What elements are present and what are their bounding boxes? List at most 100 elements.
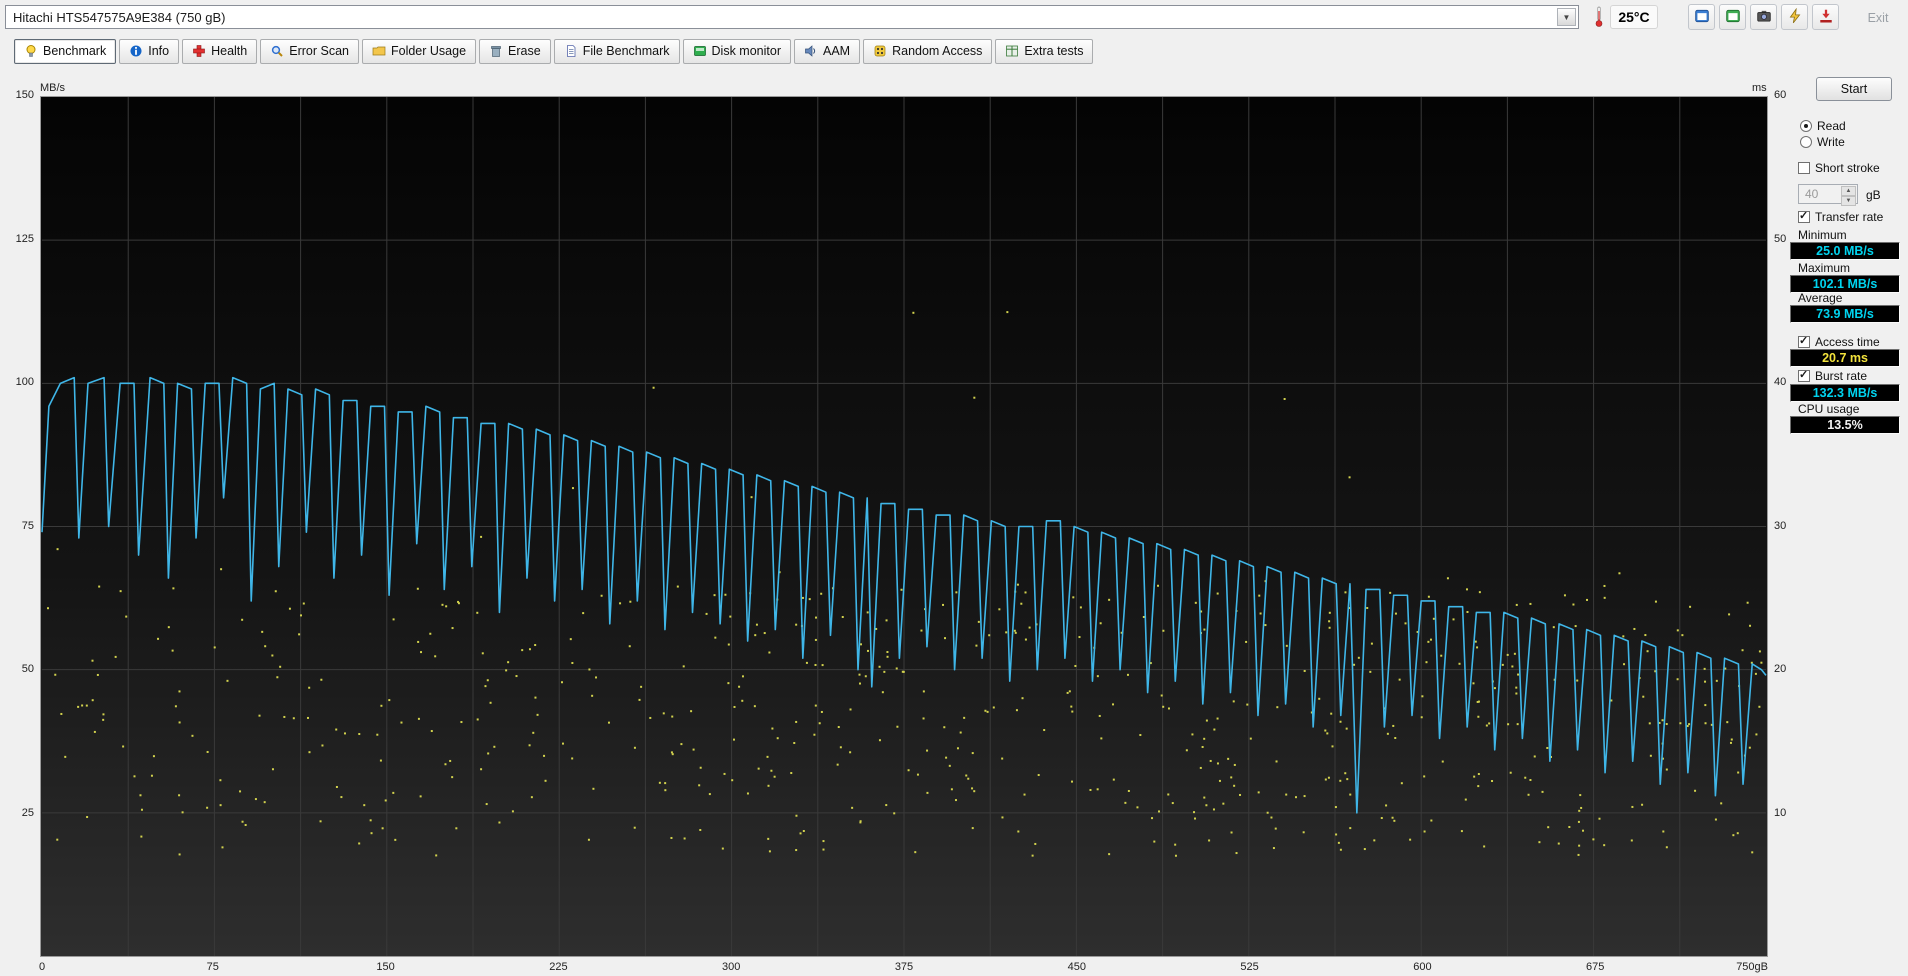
x-axis-tick: 0	[39, 961, 46, 973]
tab-erase[interactable]: Erase	[479, 38, 551, 64]
write-radio[interactable]	[1800, 136, 1812, 148]
x-axis-max-tick: 750gB	[1736, 961, 1768, 973]
x-axis-tick: 675	[1586, 961, 1605, 973]
benchmark-icon	[24, 44, 38, 58]
camera-button[interactable]	[1750, 4, 1777, 30]
minimum-value: 25.0 MB/s	[1790, 242, 1900, 260]
tab-random-access[interactable]: Random Access	[863, 38, 993, 64]
maximum-label: Maximum	[1798, 261, 1851, 275]
extra-tests-icon	[1005, 44, 1019, 58]
y-axis-tick-left: 50	[21, 663, 34, 675]
tab-file-benchmark-label: File Benchmark	[582, 44, 670, 58]
read-radio[interactable]	[1800, 120, 1812, 132]
x-axis-tick: 225	[549, 961, 568, 973]
burst-rate-value: 132.3 MB/s	[1790, 384, 1900, 402]
average-label: Average	[1798, 291, 1843, 305]
benchmark-plot	[40, 96, 1768, 957]
y-axis-tick-left: 75	[21, 519, 34, 532]
tab-error-scan[interactable]: Error Scan	[260, 38, 359, 64]
info-icon	[129, 44, 143, 58]
download-icon	[1818, 8, 1834, 27]
y-axis-tick-left: 150	[15, 89, 34, 101]
transfer-rate-option[interactable]: Transfer rate	[1798, 209, 1884, 224]
tab-disk-monitor[interactable]: Disk monitor	[682, 38, 791, 64]
access-time-option[interactable]: Access time	[1798, 334, 1880, 349]
benchmark-chart	[41, 97, 1767, 956]
connect-icon	[1787, 7, 1803, 27]
tab-disk-monitor-label: Disk monitor	[711, 44, 781, 58]
spinner-buttons: ▲ ▼	[1841, 186, 1856, 206]
y-axis-tick-right: 60	[1774, 89, 1787, 101]
chevron-down-icon[interactable]: ▼	[1557, 8, 1576, 26]
capacity-spinner[interactable]: 40 ▲ ▼	[1798, 184, 1858, 206]
window-copy-icon	[1694, 8, 1710, 27]
short-stroke-label: Short stroke	[1815, 161, 1880, 175]
transfer-rate-checkbox[interactable]	[1798, 209, 1810, 223]
spinner-up-icon[interactable]: ▲	[1841, 186, 1856, 196]
capacity-value: 40	[1805, 187, 1819, 201]
hd-tune-window: Hitachi HTS547575A9E384 (750 gB) ▼ 25°C …	[0, 0, 1908, 976]
tab-extra-tests-label: Extra tests	[1024, 44, 1084, 58]
tab-health[interactable]: Health	[182, 38, 258, 64]
window-compare-icon	[1725, 8, 1741, 27]
x-axis-tick: 450	[1067, 961, 1086, 973]
tab-folder-usage-label: Folder Usage	[390, 44, 467, 58]
tab-file-benchmark[interactable]: File Benchmark	[553, 38, 680, 64]
erase-icon	[489, 44, 503, 58]
short-stroke-option[interactable]: Short stroke	[1798, 161, 1880, 175]
transfer-rate-label: Transfer rate	[1815, 210, 1884, 224]
cpu-usage-label: CPU usage	[1798, 402, 1860, 416]
tab-health-label: Health	[211, 44, 248, 58]
x-axis-tick: 600	[1413, 961, 1432, 973]
device-selector[interactable]: Hitachi HTS547575A9E384 (750 gB) ▼	[5, 5, 1579, 29]
spinner-down-icon[interactable]: ▼	[1841, 196, 1856, 206]
connect-button[interactable]	[1781, 4, 1808, 30]
y-axis-tick-right: 30	[1774, 519, 1787, 532]
tab-random-access-label: Random Access	[892, 44, 983, 58]
average-value: 73.9 MB/s	[1790, 305, 1900, 323]
cpu-usage-value: 13.5%	[1790, 416, 1900, 434]
tab-error-scan-label: Error Scan	[289, 44, 349, 58]
access-time-checkbox[interactable]	[1798, 334, 1810, 348]
read-option[interactable]: Read	[1800, 119, 1846, 133]
capacity-unit: gB	[1866, 188, 1881, 202]
window-compare-button[interactable]	[1719, 4, 1746, 30]
x-axis-tick: 375	[894, 961, 914, 973]
tab-folder-usage[interactable]: Folder Usage	[361, 38, 477, 64]
y-axis-tick-right: 10	[1774, 806, 1787, 819]
tab-aam[interactable]: AAM	[794, 38, 861, 64]
right-axis-unit: ms	[1752, 82, 1767, 94]
x-axis-tick: 525	[1240, 961, 1259, 973]
exit-button[interactable]: Exit	[1854, 8, 1902, 28]
tab-info[interactable]: Info	[119, 38, 180, 64]
y-axis-tick-right: 20	[1774, 663, 1787, 675]
start-button[interactable]: Start	[1816, 77, 1892, 101]
device-selector-value: Hitachi HTS547575A9E384 (750 gB)	[13, 9, 226, 25]
file-benchmark-icon	[564, 44, 578, 58]
aam-icon	[804, 44, 818, 58]
tab-info-label: Info	[148, 44, 170, 58]
thermometer-icon	[1590, 6, 1608, 28]
tab-bar: Benchmark Info Health Error Scan Folder Usag…	[0, 36, 1908, 66]
write-label: Write	[1817, 135, 1845, 149]
tab-aam-label: AAM	[823, 44, 851, 58]
short-stroke-checkbox[interactable]	[1798, 162, 1810, 174]
x-axis-tick: 75	[206, 961, 219, 973]
error-scan-icon	[270, 44, 284, 58]
tab-benchmark[interactable]: Benchmark	[14, 38, 117, 64]
random-access-icon	[873, 44, 887, 58]
folder-usage-icon	[372, 44, 386, 58]
burst-rate-checkbox[interactable]	[1798, 368, 1810, 382]
window-copy-button[interactable]	[1688, 4, 1715, 30]
tab-extra-tests[interactable]: Extra tests	[995, 38, 1094, 64]
access-time-label: Access time	[1815, 335, 1880, 349]
left-axis-unit: MB/s	[40, 82, 66, 94]
access-time-value: 20.7 ms	[1790, 349, 1900, 367]
x-axis-tick: 150	[376, 961, 395, 973]
burst-rate-option[interactable]: Burst rate	[1798, 368, 1868, 383]
y-axis-tick-left: 25	[21, 806, 34, 819]
burst-rate-label: Burst rate	[1815, 369, 1868, 383]
temperature-display: 25°C	[1610, 5, 1658, 29]
write-option[interactable]: Write	[1800, 135, 1845, 149]
download-button[interactable]	[1812, 4, 1839, 30]
